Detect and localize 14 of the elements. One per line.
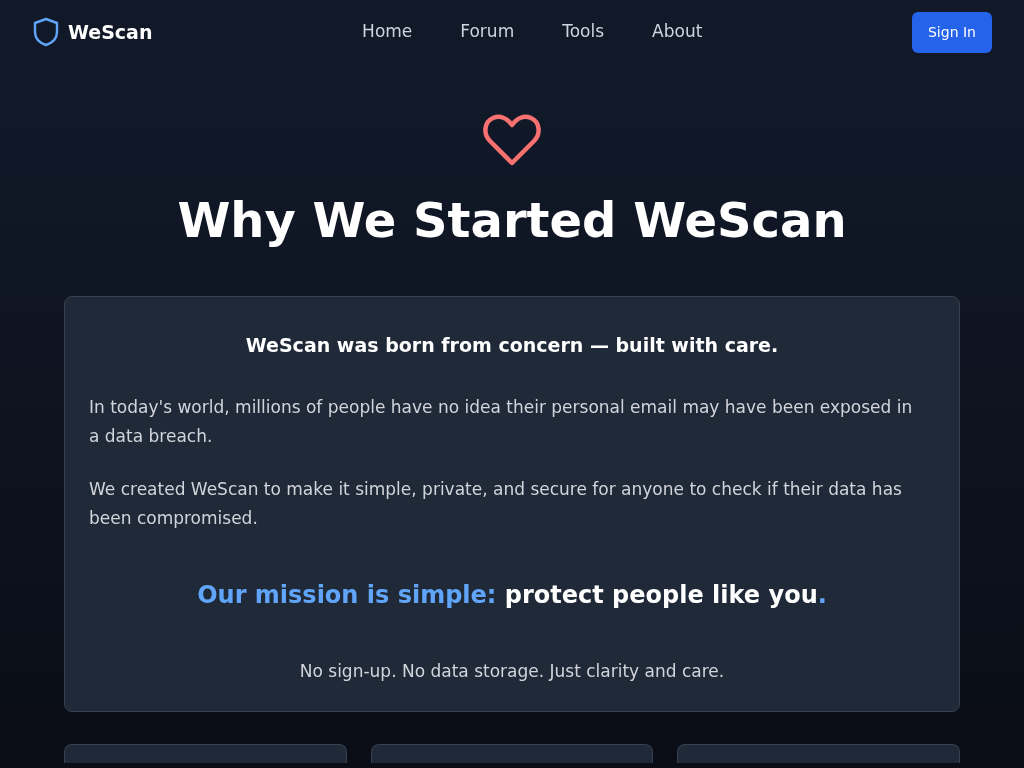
mission-statement: Our mission is simple: protect people like you. [196,580,828,612]
nav-link[interactable]: Forum [460,19,515,45]
heart-icon [482,112,542,168]
paragraph: We created WeScan to make it simple, private, and secure for anyone to check if their data has been compromised. [89,478,903,531]
shield-icon [32,17,60,47]
tagline: WeScan was born from concern — built with care. [244,332,780,358]
brand-name[interactable]: WeScan [68,17,153,47]
page-heading: Why We Started WeScan [176,192,848,250]
paragraph: In today's world, millions of people have no idea their personal email may have been exposed in a data breach. [89,396,914,449]
sign-in-button[interactable]: Sign In [912,11,992,53]
nav-link[interactable]: About [652,19,703,45]
footnote: No sign-up. No data storage. Just clarity and care. [298,660,726,684]
nav-link[interactable]: Tools [562,19,605,45]
nav-link[interactable]: Home [362,19,413,45]
